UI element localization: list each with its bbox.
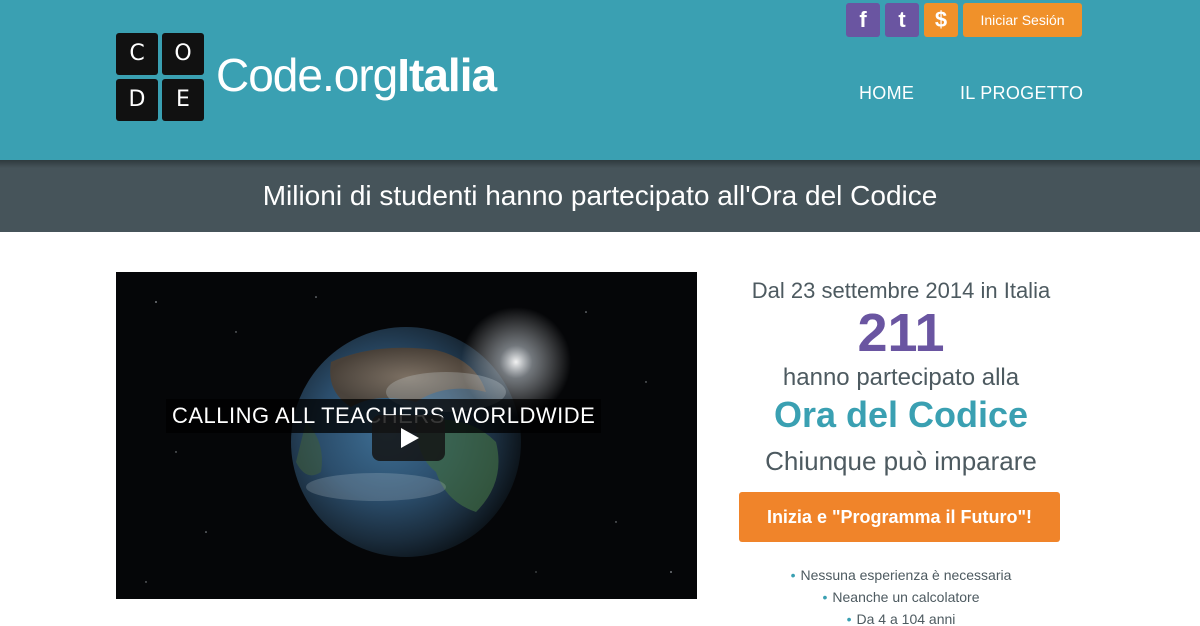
logo-letter-e: E <box>162 79 204 121</box>
bullet-text: Nessuna esperienza è necessaria <box>800 567 1012 583</box>
logo-letter-d: D <box>116 79 158 121</box>
logo-text-light: Code.org <box>216 49 398 101</box>
site-header: C O D E Code.orgItalia f t $ Iniciar Ses… <box>0 0 1200 160</box>
dollar-icon[interactable]: $ <box>924 3 958 37</box>
hour-of-code-title: Ora del Codice <box>773 394 1029 435</box>
logo-text-bold: Italia <box>397 49 497 101</box>
site-logo-text[interactable]: Code.orgItalia <box>216 49 497 101</box>
bullet-icon: • <box>790 567 796 583</box>
participated-text: hanno partecipato alla <box>782 364 1020 391</box>
banner-shadow <box>0 160 1200 168</box>
since-date-text: Dal 23 settembre 2014 in Italia <box>751 278 1051 303</box>
list-item: • Nessuna esperienza è necessaria <box>720 564 1082 586</box>
facebook-icon[interactable]: f <box>846 3 880 37</box>
nav-home[interactable]: HOME <box>859 82 914 104</box>
feature-list: • Nessuna esperienza è necessaria • Neanch… <box>720 564 1082 626</box>
bullet-icon: • <box>846 611 852 626</box>
list-item: • Neanche un calcolatore <box>720 586 1082 608</box>
nav-il-progetto[interactable]: IL PROGETTO <box>960 82 1083 104</box>
logo-letter-o: O <box>162 33 204 75</box>
code-logo-icon[interactable]: C O D E <box>116 33 204 121</box>
banner-headline: Milioni di studenti hanno partecipato al… <box>262 180 938 211</box>
play-button[interactable] <box>372 415 445 461</box>
bullet-text: Neanche un calcolatore <box>832 589 980 605</box>
login-button[interactable]: Iniciar Sesión <box>963 3 1082 37</box>
participant-count: 211 <box>857 303 945 363</box>
list-item: • Da 4 a 104 anni <box>720 608 1082 626</box>
anyone-can-learn-text: Chiunque può imparare <box>765 446 1037 476</box>
bullet-text: Da 4 a 104 anni <box>856 611 956 626</box>
play-icon <box>401 428 419 448</box>
start-programming-button[interactable]: Inizia e "Programma il Futuro"! <box>739 492 1060 542</box>
tumblr-icon[interactable]: t <box>885 3 919 37</box>
logo-letter-c: C <box>116 33 158 75</box>
bullet-icon: • <box>822 589 828 605</box>
